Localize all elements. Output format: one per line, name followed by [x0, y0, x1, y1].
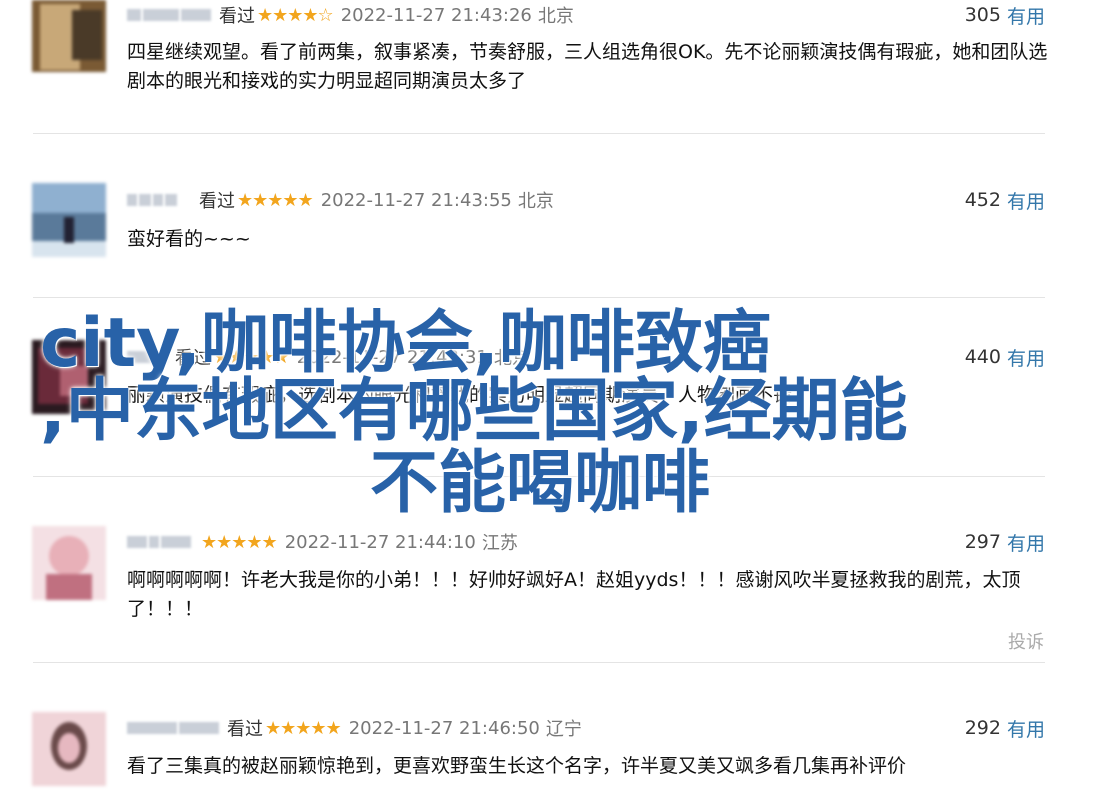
vote-block: 440 有用 [965, 342, 1045, 372]
overlay-line-3: 不能喝咖啡 [370, 444, 711, 523]
comment-text: 蛮好看的~~~ [127, 228, 251, 250]
divider [33, 662, 1045, 663]
username-blurred[interactable] [127, 722, 219, 734]
vote-block: 292 有用 [965, 713, 1045, 743]
vote-count: 452 [964, 189, 1001, 211]
avatar-image [32, 340, 106, 414]
avatar-image [32, 526, 106, 600]
vote-count: 305 [964, 4, 1001, 26]
avatar[interactable] [32, 183, 106, 257]
comment-meta: 看过 ★★★★★ 2022-11-27 21:46:50 辽宁 [127, 713, 582, 743]
comment-time: 2022-11-27 21:43:31 [296, 346, 488, 368]
divider [33, 297, 1045, 298]
divider [33, 476, 1045, 477]
avatar-image [32, 712, 106, 786]
avatar-image [32, 0, 106, 72]
overlay-headline: city,咖啡协会,咖啡致癌 ,中东地区有哪些国家,经期能 不能喝咖啡 [0, 300, 1101, 530]
divider [33, 133, 1045, 134]
useful-button[interactable]: 有用 [1007, 344, 1045, 371]
comment-time: 2022-11-27 21:43:55 [320, 189, 512, 211]
comment-time: 2022-11-27 21:46:50 [348, 717, 540, 739]
username-blurred[interactable] [127, 536, 191, 548]
comment-time: 2022-11-27 21:43:26 [340, 4, 532, 26]
useful-button[interactable]: 有用 [1007, 529, 1045, 556]
avatar-image [32, 183, 106, 257]
comment-text: 啊啊啊啊啊！许老大我是你的小弟！！！好帅好飒好A！赵姐yyds！！！感谢风吹半夏… [127, 569, 1021, 620]
comment-text: 四星继续观望。看了前两集，叙事紧凑，节奏舒服，三人组选角很OK。先不论丽颖演技偶… [127, 41, 1048, 92]
comment-location: 江苏 [481, 533, 518, 554]
rating-stars-icon: ★★★★★ [265, 717, 342, 739]
username-blurred[interactable] [127, 9, 211, 21]
vote-block: 452 有用 [965, 185, 1045, 215]
vote-count: 440 [964, 346, 1001, 368]
useful-button[interactable]: 有用 [1007, 187, 1045, 214]
vote-block: 305 有用 [965, 0, 1045, 30]
report-button[interactable]: 投诉 [1008, 628, 1044, 654]
avatar[interactable] [32, 0, 106, 72]
vote-block: 297 有用 [965, 527, 1045, 557]
useful-button[interactable]: 有用 [1007, 2, 1045, 29]
watch-status: 看过 [175, 348, 211, 369]
watch-status: 看过 [227, 719, 263, 740]
comment-text: 丽颖演技偶有瑕疵，选剧本的眼光和接戏的实力明显超同期演员，人物刻画不错 [127, 384, 793, 406]
watch-status: 看过 [199, 191, 235, 212]
rating-stars-icon: ★★★★☆ [257, 4, 334, 26]
comment-location: 北京 [517, 191, 554, 212]
comment-location: 北京 [537, 6, 574, 27]
rating-stars-icon: ★★★★★ [201, 531, 278, 553]
rating-stars-icon: ★★★★★ [237, 189, 314, 211]
comment-text: 看了三集真的被赵丽颖惊艳到，更喜欢野蛮生长这个名字，许半夏又美又飒多看几集再补评… [127, 755, 907, 777]
comment-location: 辽宁 [545, 719, 582, 740]
comment-meta: 看过 ★★★★★ 2022-11-27 21:43:31 北京 [127, 342, 530, 372]
username-blurred[interactable] [127, 194, 177, 206]
comment-meta: ★★★★★ 2022-11-27 21:44:10 江苏 [127, 527, 518, 557]
comment-meta: 看过 ★★★★★ 2022-11-27 21:43:55 北京 [127, 185, 554, 215]
vote-count: 292 [964, 717, 1001, 739]
username-blurred[interactable] [127, 351, 167, 363]
rating-stars-icon: ★★★★★ [213, 346, 290, 368]
comment-time: 2022-11-27 21:44:10 [284, 531, 476, 553]
avatar[interactable] [32, 526, 106, 600]
comment-meta: 看过 ★★★★☆ 2022-11-27 21:43:26 北京 [127, 0, 574, 30]
comment-location: 北京 [493, 348, 530, 369]
avatar[interactable] [32, 340, 106, 414]
useful-button[interactable]: 有用 [1007, 715, 1045, 742]
avatar[interactable] [32, 712, 106, 786]
watch-status: 看过 [219, 6, 255, 27]
vote-count: 297 [964, 531, 1001, 553]
